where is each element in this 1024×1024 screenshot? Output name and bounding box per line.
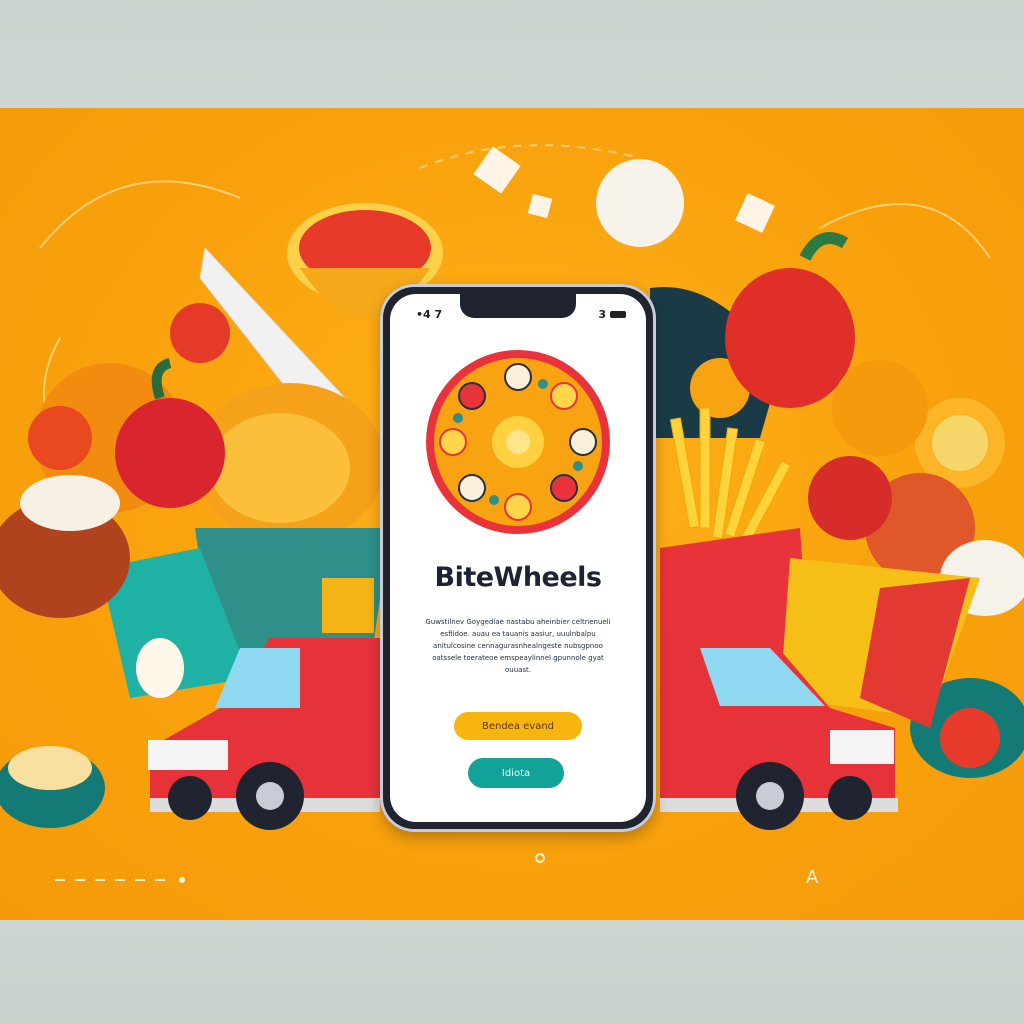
signal-indicator: 3 xyxy=(598,308,606,321)
smartphone: •4 7 3 BiteWheels Guwstilnev Goygediae n… xyxy=(380,284,656,832)
secondary-action-button[interactable]: Idiota xyxy=(468,758,564,788)
status-icons: 3 xyxy=(598,308,626,321)
pizza-logo-icon xyxy=(426,350,610,534)
battery-icon xyxy=(610,311,626,318)
phone-notch xyxy=(460,294,576,318)
status-time: •4 7 xyxy=(416,308,443,321)
primary-action-button[interactable]: Bendea evand xyxy=(454,712,582,740)
svg-text:A: A xyxy=(806,867,819,888)
brand-name: BiteWheels xyxy=(434,562,602,593)
app-description: Guwstilnev Goygediae nastabu aheinbier c… xyxy=(425,618,611,674)
phone-screen: •4 7 3 BiteWheels Guwstilnev Goygediae n… xyxy=(390,294,646,822)
